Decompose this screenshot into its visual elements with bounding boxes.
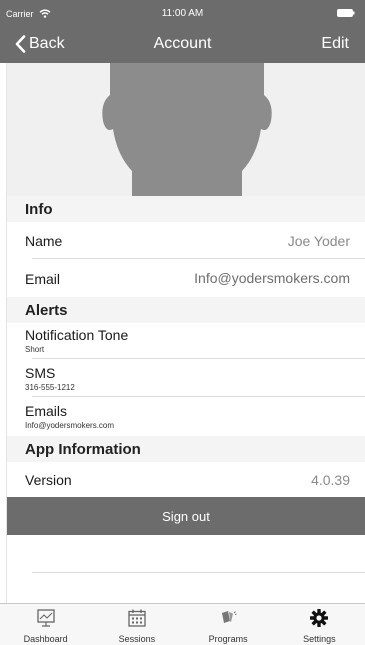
edit-button[interactable]: Edit xyxy=(321,35,349,53)
alerts-section-header: Alerts xyxy=(7,297,365,323)
dashboard-icon xyxy=(36,609,55,627)
emails-value: Info@yodersmokers.com xyxy=(25,421,115,430)
notification-tone-label: Notification Tone xyxy=(25,327,129,343)
divider xyxy=(32,396,365,397)
version-row: Version 4.0.39 xyxy=(7,462,365,497)
tab-bar: Dashboard Sessions Programs Settings xyxy=(0,603,365,645)
tab-programs[interactable]: Programs xyxy=(183,604,274,645)
tab-sessions-label: Sessions xyxy=(118,634,156,644)
empty-row xyxy=(7,573,365,603)
info-section-title: Info xyxy=(25,200,53,218)
alerts-section-title: Alerts xyxy=(25,301,68,319)
calendar-icon xyxy=(128,609,146,627)
app-info-section-header: App Information xyxy=(7,436,365,462)
info-section-header: Info xyxy=(7,196,365,222)
tab-programs-label: Programs xyxy=(208,634,248,644)
name-value: Joe Yoder xyxy=(287,233,350,249)
tab-dashboard[interactable]: Dashboard xyxy=(0,604,91,645)
emails-label: Emails xyxy=(25,403,68,419)
name-row[interactable]: Name Joe Yoder xyxy=(7,222,365,259)
version-label: Version xyxy=(25,472,72,488)
page-title: Account xyxy=(153,35,212,52)
battery-icon xyxy=(337,9,355,17)
email-value: Info@yodersmokers.com xyxy=(194,270,350,286)
gear-icon xyxy=(310,609,329,627)
tab-dashboard-label: Dashboard xyxy=(23,634,68,644)
divider xyxy=(32,358,365,359)
notification-tone-row[interactable]: Notification Tone Short xyxy=(7,323,365,360)
tab-sessions[interactable]: Sessions xyxy=(91,604,182,645)
email-label: Email xyxy=(25,271,61,287)
sms-label: SMS xyxy=(25,365,56,381)
app-info-section-title: App Information xyxy=(25,440,141,458)
sign-out-button[interactable]: Sign out xyxy=(7,497,365,535)
empty-row xyxy=(7,535,365,573)
programs-icon xyxy=(222,611,237,623)
notification-tone-value: Short xyxy=(25,345,45,354)
emails-row[interactable]: Emails Info@yodersmokers.com xyxy=(7,398,365,436)
account-screen: Carrier 11:00 AM Back Account Edit Info xyxy=(0,0,365,645)
name-label: Name xyxy=(25,233,63,249)
sms-row[interactable]: SMS 316-555-1212 xyxy=(7,360,365,398)
left-edge-strip xyxy=(0,63,7,603)
version-value: 4.0.39 xyxy=(311,472,350,488)
tab-settings-label: Settings xyxy=(303,634,336,644)
tab-settings[interactable]: Settings xyxy=(274,604,365,645)
email-row[interactable]: Email Info@yodersmokers.com xyxy=(7,259,365,297)
avatar[interactable] xyxy=(7,63,365,196)
navigation-bar: Carrier 11:00 AM Back Account Edit xyxy=(0,0,365,63)
sms-value: 316-555-1212 xyxy=(25,383,75,392)
status-time: 11:00 AM xyxy=(161,8,204,19)
person-silhouette-icon xyxy=(7,63,365,196)
